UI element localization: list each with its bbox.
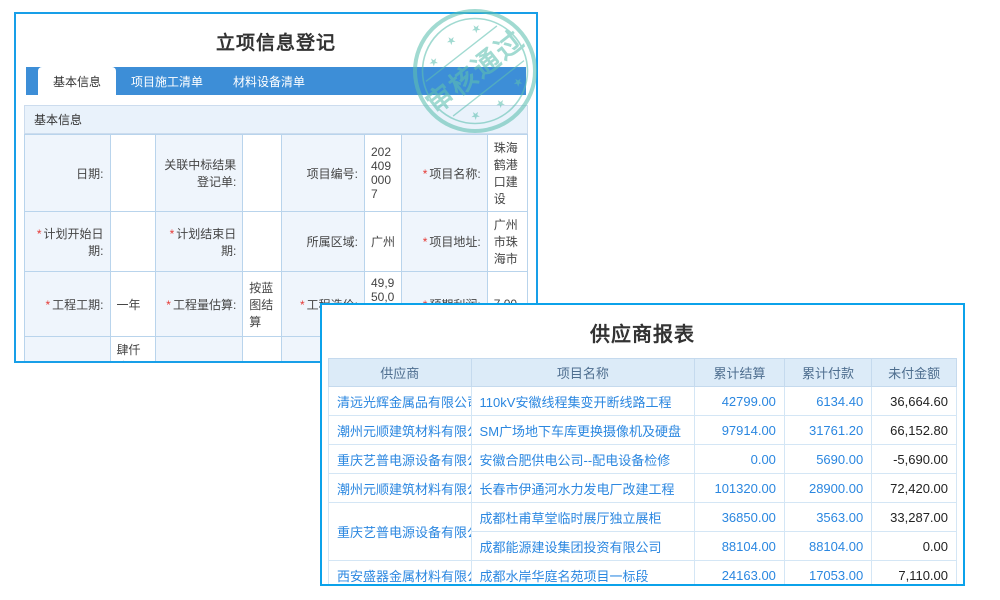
required-marker: * bbox=[170, 227, 175, 241]
label-text: 关联中标结果登记单: bbox=[164, 158, 236, 189]
form-row: 日期: 关联中标结果登记单: 项目编号: 2024090007 *项目名称: 珠… bbox=[25, 135, 528, 212]
settled-amount[interactable]: 97914.00 bbox=[695, 416, 785, 445]
supplier-link[interactable]: 重庆艺普电源设备有限公司 bbox=[329, 503, 472, 561]
field-value-plan-end-date bbox=[243, 212, 281, 272]
table-row: 清远光辉金属品有限公司 110kV安徽线程集变开断线路工程 42799.00 6… bbox=[329, 387, 957, 416]
col-header-paid-total: 累计付款 bbox=[784, 359, 871, 387]
paid-amount[interactable]: 5690.00 bbox=[784, 445, 871, 474]
label-text: 所属区域: bbox=[307, 235, 358, 249]
field-label-date: 日期: bbox=[25, 135, 111, 212]
project-link[interactable]: SM广场地下车库更换摄像机及硬盘 bbox=[471, 416, 695, 445]
label-text: 日期: bbox=[76, 167, 103, 181]
label-text: 项目地址: bbox=[429, 235, 480, 249]
col-header-unpaid-amount: 未付金额 bbox=[872, 359, 957, 387]
field-value-project-number: 2024090007 bbox=[364, 135, 401, 212]
project-link[interactable]: 成都杜甫草堂临时展厅独立展柜 bbox=[471, 503, 695, 532]
field-label-plan-start-date: *计划开始日期: bbox=[25, 212, 111, 272]
paid-amount[interactable]: 3563.00 bbox=[784, 503, 871, 532]
field-value-quantity-estimate: 按蓝图结算 bbox=[243, 272, 281, 337]
unpaid-amount: -5,690.00 bbox=[872, 445, 957, 474]
field-value-plan-start-date bbox=[110, 212, 155, 272]
field-label-project-duration: *工程工期: bbox=[25, 272, 111, 337]
unpaid-amount: 72,420.00 bbox=[872, 474, 957, 503]
table-row: 西安盛器金属材料有限公司 成都水岸华庭名苑项目一标段 24163.00 1705… bbox=[329, 561, 957, 587]
required-marker: * bbox=[45, 298, 50, 312]
field-label-project-address: *项目地址: bbox=[402, 212, 488, 272]
section-header-basic-info: 基本信息 bbox=[24, 105, 528, 134]
project-link[interactable]: 安徽合肥供电公司--配电设备检修 bbox=[471, 445, 695, 474]
report-title: 供应商报表 bbox=[322, 305, 963, 358]
required-marker: * bbox=[37, 227, 42, 241]
project-link[interactable]: 110kV安徽线程集变开断线路工程 bbox=[471, 387, 695, 416]
unpaid-amount: 36,664.60 bbox=[872, 387, 957, 416]
col-header-supplier: 供应商 bbox=[329, 359, 472, 387]
required-marker: * bbox=[423, 167, 428, 181]
field-label-region: 所属区域: bbox=[281, 212, 364, 272]
screen: 立项信息登记 基本信息 项目施工清单 材料设备清单 基本信息 日期: 关联中标结… bbox=[0, 0, 1000, 600]
report-header-row: 供应商 项目名称 累计结算 累计付款 未付金额 bbox=[329, 359, 957, 387]
supplier-report-table: 供应商 项目名称 累计结算 累计付款 未付金额 清远光辉金属品有限公司 110k… bbox=[328, 358, 957, 586]
field-label-plan-end-date: *计划结束日期: bbox=[155, 212, 243, 272]
unpaid-amount: 66,152.80 bbox=[872, 416, 957, 445]
unpaid-amount: 7,110.00 bbox=[872, 561, 957, 587]
field-value-cost-in-words: 肆仟玖佰玖拾伍万零捌拾捌元整 bbox=[110, 337, 155, 364]
settled-amount[interactable]: 24163.00 bbox=[695, 561, 785, 587]
tab-material-equipment-list[interactable]: 材料设备清单 bbox=[218, 67, 320, 95]
settled-amount[interactable]: 88104.00 bbox=[695, 532, 785, 561]
field-value-project-duration: 一年 bbox=[110, 272, 155, 337]
table-row: 潮州元顺建筑材料有限公司 长春市伊通河水力发电厂改建工程 101320.00 2… bbox=[329, 474, 957, 503]
required-marker: * bbox=[166, 298, 171, 312]
supplier-report-panel: 供应商报表 供应商 项目名称 累计结算 累计付款 未付金额 清远光辉金属品有限公… bbox=[320, 303, 965, 586]
supplier-link[interactable]: 潮州元顺建筑材料有限公司 bbox=[329, 416, 472, 445]
field-label-quantity-estimate: *工程量估算: bbox=[155, 272, 243, 337]
supplier-link[interactable]: 重庆艺普电源设备有限公司 bbox=[329, 445, 472, 474]
field-label-linked-bid-result: 关联中标结果登记单: bbox=[155, 135, 243, 212]
supplier-link[interactable]: 清远光辉金属品有限公司 bbox=[329, 387, 472, 416]
settled-amount[interactable]: 0.00 bbox=[695, 445, 785, 474]
label-text: 项目名称: bbox=[429, 167, 480, 181]
field-label-project-number: 项目编号: bbox=[281, 135, 364, 212]
supplier-link[interactable]: 潮州元顺建筑材料有限公司 bbox=[329, 474, 472, 503]
field-label-cost-in-words: 造价(大写): bbox=[25, 337, 111, 364]
field-value-region: 广州 bbox=[364, 212, 401, 272]
col-header-project-name: 项目名称 bbox=[471, 359, 695, 387]
paid-amount[interactable]: 88104.00 bbox=[784, 532, 871, 561]
required-marker: * bbox=[300, 298, 305, 312]
field-value-date bbox=[110, 135, 155, 212]
label-text: 计划开始日期: bbox=[43, 227, 103, 258]
label-text: 计划结束日期: bbox=[176, 227, 236, 258]
paid-amount[interactable]: 17053.00 bbox=[784, 561, 871, 587]
col-header-settled-total: 累计结算 bbox=[695, 359, 785, 387]
project-link[interactable]: 成都能源建设集团投资有限公司 bbox=[471, 532, 695, 561]
label-text: 项目编号: bbox=[307, 167, 358, 181]
settled-amount[interactable]: 42799.00 bbox=[695, 387, 785, 416]
table-row: 潮州元顺建筑材料有限公司 SM广场地下车库更换摄像机及硬盘 97914.00 3… bbox=[329, 416, 957, 445]
label-text: 工程量估算: bbox=[173, 298, 236, 312]
settled-amount[interactable]: 36850.00 bbox=[695, 503, 785, 532]
form-row: *计划开始日期: *计划结束日期: 所属区域: 广州 *项目地址: 广州市珠海市 bbox=[25, 212, 528, 272]
paid-amount[interactable]: 28900.00 bbox=[784, 474, 871, 503]
tab-construction-list[interactable]: 项目施工清单 bbox=[116, 67, 218, 95]
field-value-project-name: 珠海鹤港口建设 bbox=[487, 135, 527, 212]
required-marker: * bbox=[423, 235, 428, 249]
field-value-project-type: 路桥 bbox=[243, 337, 281, 364]
settled-amount[interactable]: 101320.00 bbox=[695, 474, 785, 503]
label-text: 工程工期: bbox=[52, 298, 103, 312]
project-link[interactable]: 成都水岸华庭名苑项目一标段 bbox=[471, 561, 695, 587]
tab-bar: 基本信息 项目施工清单 材料设备清单 bbox=[26, 67, 526, 95]
field-label-project-type: 项目类型: bbox=[155, 337, 243, 364]
field-value-project-address: 广州市珠海市 bbox=[487, 212, 527, 272]
field-label-project-name: *项目名称: bbox=[402, 135, 488, 212]
paid-amount[interactable]: 31761.20 bbox=[784, 416, 871, 445]
unpaid-amount: 0.00 bbox=[872, 532, 957, 561]
tab-basic-info[interactable]: 基本信息 bbox=[38, 67, 116, 95]
project-link[interactable]: 长春市伊通河水力发电厂改建工程 bbox=[471, 474, 695, 503]
registration-title: 立项信息登记 bbox=[16, 14, 536, 67]
field-value-linked-bid-result bbox=[243, 135, 281, 212]
unpaid-amount: 33,287.00 bbox=[872, 503, 957, 532]
paid-amount[interactable]: 6134.40 bbox=[784, 387, 871, 416]
supplier-link[interactable]: 西安盛器金属材料有限公司 bbox=[329, 561, 472, 587]
table-row: 重庆艺普电源设备有限公司 安徽合肥供电公司--配电设备检修 0.00 5690.… bbox=[329, 445, 957, 474]
table-row: 重庆艺普电源设备有限公司 成都杜甫草堂临时展厅独立展柜 36850.00 356… bbox=[329, 503, 957, 532]
